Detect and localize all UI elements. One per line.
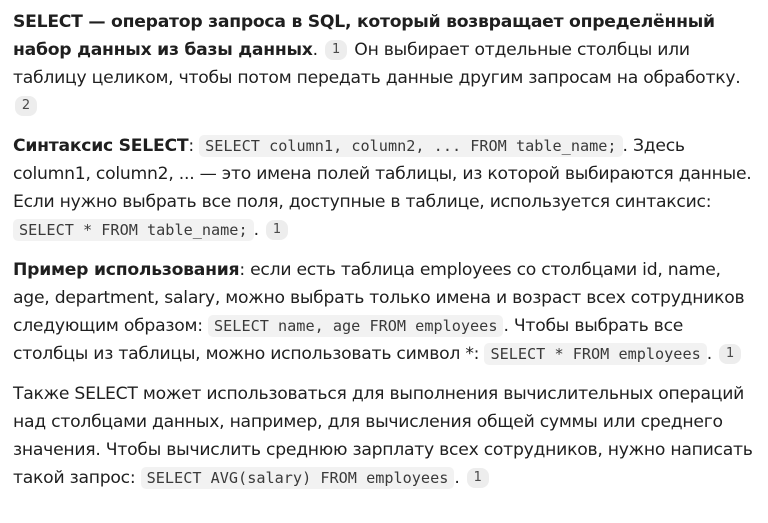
syntax-text: :	[188, 136, 200, 156]
definition-text: .	[312, 40, 318, 60]
paragraph-aggregate: Также SELECT может использоваться для вы…	[13, 380, 758, 492]
syntax-bold: Синтаксис SELECT	[13, 136, 189, 156]
code-snippet: SELECT * FROM employees	[484, 343, 707, 365]
paragraph-definition: SELECT — оператор запроса в SQL, который…	[13, 8, 758, 120]
example-text-3: .	[706, 344, 712, 364]
paragraph-example: Пример использования: если есть таблица …	[13, 256, 758, 368]
aggregate-text-2: .	[454, 468, 460, 488]
code-snippet: SELECT column1, column2, ... FROM table_…	[199, 135, 623, 157]
code-snippet: SELECT AVG(salary) FROM employees	[140, 467, 455, 489]
source-ref-button[interactable]: 2	[15, 96, 37, 116]
source-ref-button[interactable]: 1	[325, 40, 348, 60]
paragraph-syntax: Синтаксис SELECT: SELECT column1, column…	[13, 132, 758, 244]
answer-body: SELECT — оператор запроса в SQL, который…	[0, 0, 768, 492]
code-snippet: SELECT * FROM table_name;	[13, 219, 254, 241]
source-ref-button[interactable]: 1	[466, 468, 489, 488]
code-snippet: SELECT name, age FROM employees	[208, 315, 504, 337]
source-ref-button[interactable]: 1	[266, 220, 289, 240]
syntax-text-3: .	[253, 220, 259, 240]
source-ref-button[interactable]: 1	[719, 344, 742, 364]
example-bold: Пример использования	[13, 260, 240, 280]
